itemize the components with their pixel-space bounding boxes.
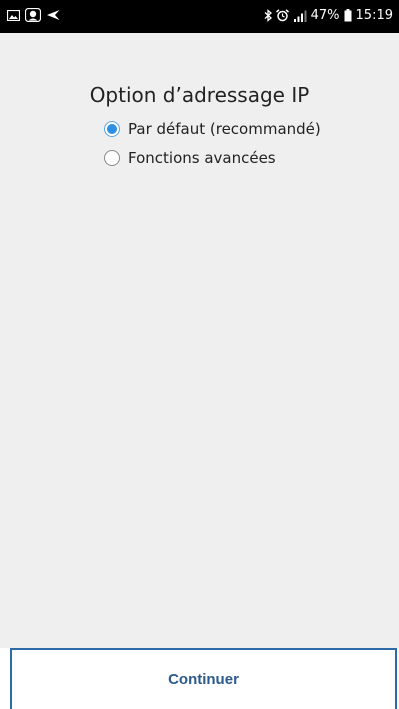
option-default-label: Par défaut (recommandé) [128,120,321,138]
page-title: Option d’adressage IP [89,83,310,107]
radio-button-unselected[interactable] [104,150,120,166]
send-icon [46,9,60,21]
battery-icon [344,9,352,22]
screen: 47% 15:19 Option d’adressage IP Par défa… [0,0,399,709]
radio-button-selected[interactable] [104,121,120,137]
image-icon [7,9,20,21]
clock: 15:19 [355,8,393,23]
status-bar-left [7,8,60,22]
option-advanced[interactable]: Fonctions avancées [104,149,276,167]
status-bar: 47% 15:19 [0,0,399,33]
status-bar-right: 47% 15:19 [264,8,393,23]
alarm-icon [275,9,289,22]
option-advanced-label: Fonctions avancées [128,149,276,167]
battery-percent: 47% [310,8,340,23]
bluetooth-icon [264,9,272,22]
signal-icon [293,10,307,22]
option-default[interactable]: Par défaut (recommandé) [104,120,321,138]
main-content: Option d’adressage IP Par défaut (recomm… [0,33,399,648]
smiley-notification-icon [25,8,41,22]
footer: Continuer [0,648,399,709]
continue-button[interactable]: Continuer [10,648,397,709]
